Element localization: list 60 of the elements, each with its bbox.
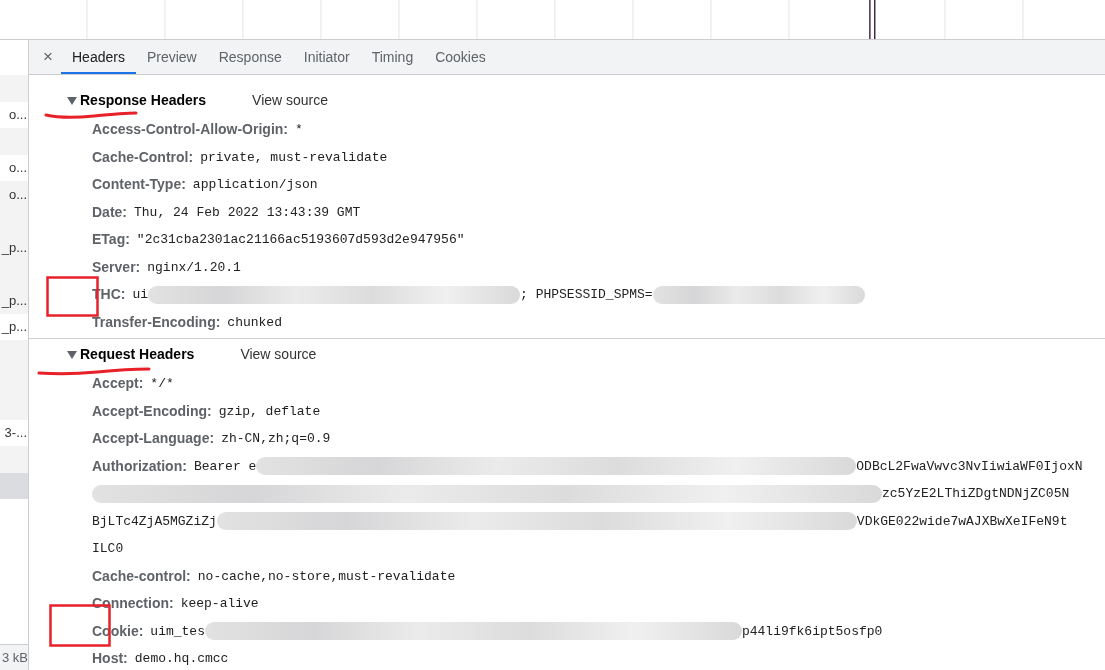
header-value: nginx/1.20.1 — [147, 258, 241, 277]
request-row[interactable] — [0, 75, 28, 102]
header-value: VDkGE022wide7wAJXBwXeIFeN9t — [856, 512, 1068, 531]
header-value: Thu, 24 Feb 2022 13:43:39 GMT — [134, 203, 361, 222]
section-title: Response Headers — [80, 91, 207, 110]
request-row[interactable] — [0, 446, 28, 473]
header-name: Content-Type: — [92, 175, 186, 195]
request-row[interactable] — [0, 128, 28, 155]
header-name: Server: — [92, 257, 141, 277]
header-value: ; PHPSESSID_SPMS= — [520, 286, 653, 304]
tab[interactable]: Preview — [135, 40, 208, 74]
header-name: Access-Control-Allow-Origin: — [92, 120, 288, 140]
header-name: Transfer-Encoding: — [92, 312, 221, 332]
header-value: application/json — [192, 176, 318, 194]
header-value: "2c31cba2301ac21166ac5193607d593d2e947956" — [136, 231, 465, 249]
header-value: zc5YzE2LThiZDgtNDNjZC05N — [882, 485, 1070, 503]
header-name: Cache-Control: — [92, 147, 194, 167]
request-row[interactable]: _p... — [0, 287, 28, 314]
header-value: ILC0 — [92, 540, 124, 558]
header-value: no-cache,no-store,must-revalidate — [197, 567, 456, 586]
header-value: * — [295, 121, 303, 139]
header-value: ui — [132, 286, 149, 304]
request-row[interactable]: o... — [0, 181, 28, 208]
header-value: BjLTc4ZjA5MGZiZj — [92, 512, 217, 531]
tab[interactable]: Timing — [360, 40, 425, 74]
header-value: gzip, deflate — [218, 402, 321, 421]
header-name: Accept-Language: — [92, 429, 215, 449]
header-value: private, must-revalidate — [200, 148, 388, 167]
section-toggle[interactable]: Request Headers — [67, 344, 195, 365]
header-name: Date: — [92, 202, 127, 222]
tab[interactable]: Response — [207, 40, 293, 74]
request-row[interactable] — [0, 393, 28, 420]
view-source-link[interactable]: View source — [252, 90, 329, 111]
header-name: Authorization: — [92, 456, 187, 476]
header-value: keep-alive — [180, 595, 259, 613]
header-value: chunked — [227, 313, 282, 332]
header-name: ETag: — [92, 230, 130, 250]
close-button[interactable]: × — [37, 40, 59, 74]
header-value: Bearer e — [193, 457, 257, 476]
tab[interactable]: Cookies — [424, 40, 497, 74]
header-value: zh-CN,zh;q=0.9 — [221, 430, 331, 448]
header-name: Host: — [92, 649, 128, 669]
header-value: */* — [150, 375, 174, 393]
header-value: ODBcL2FwaVwvc3NvIiwiaWF0IjoxN — [856, 457, 1083, 476]
request-row[interactable] — [0, 340, 28, 367]
section-toggle[interactable]: Response Headers — [67, 90, 207, 111]
tab[interactable]: Headers — [61, 40, 136, 74]
request-row[interactable]: _p... — [0, 234, 28, 261]
header-name: Accept: — [92, 374, 144, 394]
section-title: Request Headers — [80, 345, 195, 364]
tab[interactable]: Initiator — [292, 40, 361, 74]
request-row[interactable] — [0, 472, 28, 499]
header-value: p44li9fk6ipt5osfp0 — [741, 622, 883, 641]
header-name: Cache-control: — [92, 566, 191, 586]
view-source-link[interactable]: View source — [240, 344, 317, 365]
header-name: Accept-Encoding: — [92, 401, 212, 421]
header-name: Connection: — [92, 594, 174, 614]
header-value: uim_tes — [150, 622, 205, 641]
header-value: demo.hq.cmcc — [134, 650, 229, 668]
transfer-size: 3 kB — [2, 648, 28, 667]
